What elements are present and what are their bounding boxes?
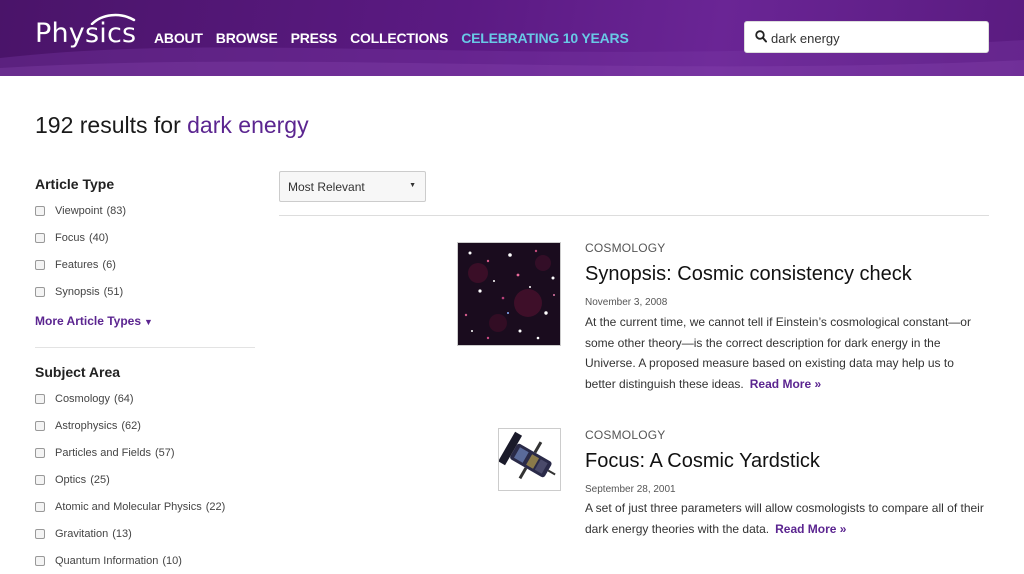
checkbox[interactable] bbox=[35, 502, 45, 512]
facet-item-cosmology[interactable]: Cosmology (64) bbox=[35, 393, 134, 405]
search-input[interactable] bbox=[771, 27, 981, 49]
facet-item-focus[interactable]: Focus (40) bbox=[35, 232, 109, 244]
result-description: At the current time, we cannot tell if E… bbox=[585, 312, 985, 394]
result-date: September 28, 2001 bbox=[585, 484, 676, 495]
caret-down-icon: ▼ bbox=[144, 317, 153, 327]
result-description: A set of just three parameters will allo… bbox=[585, 498, 985, 539]
facet-count: (10) bbox=[162, 555, 182, 567]
facet-title-subject-area: Subject Area bbox=[35, 364, 121, 380]
checkbox[interactable] bbox=[35, 260, 45, 270]
facet-item-synopsis[interactable]: Synopsis (51) bbox=[35, 286, 123, 298]
facet-label: Particles and Fields bbox=[55, 447, 151, 459]
facet-item-astrophysics[interactable]: Astrophysics (62) bbox=[35, 420, 141, 432]
result-category[interactable]: COSMOLOGY bbox=[585, 428, 665, 442]
nav-collections[interactable]: COLLECTIONS bbox=[350, 30, 448, 46]
more-article-types-label: More Article Types bbox=[35, 314, 142, 328]
more-article-types-link[interactable]: More Article Types ▼ bbox=[35, 314, 153, 328]
site-header: Physics ABOUT BROWSE PRESS COLLECTIONS C… bbox=[0, 0, 1024, 76]
facet-count: (83) bbox=[106, 205, 127, 217]
checkbox[interactable] bbox=[35, 556, 45, 566]
nav-browse[interactable]: BROWSE bbox=[216, 30, 278, 46]
facet-title-article-type: Article Type bbox=[35, 176, 115, 192]
nav-press[interactable]: PRESS bbox=[291, 30, 338, 46]
checkbox[interactable] bbox=[35, 206, 45, 216]
facet-label: Gravitation bbox=[55, 528, 109, 540]
facet-item-features[interactable]: Features (6) bbox=[35, 259, 116, 271]
facet-item-optics[interactable]: Optics (25) bbox=[35, 474, 110, 486]
main-nav: ABOUT BROWSE PRESS COLLECTIONS CELEBRATI… bbox=[154, 30, 629, 46]
nav-celebrating-10-years[interactable]: CELEBRATING 10 YEARS bbox=[461, 30, 629, 46]
facet-count: (64) bbox=[114, 393, 134, 405]
read-more-link[interactable]: Read More » bbox=[750, 377, 821, 391]
sort-selected-label: Most Relevant bbox=[288, 180, 365, 194]
facet-count: (40) bbox=[88, 232, 109, 244]
result-thumbnail[interactable] bbox=[498, 428, 561, 491]
checkbox[interactable] bbox=[35, 448, 45, 458]
result-title[interactable]: Synopsis: Cosmic consistency check bbox=[585, 263, 912, 286]
facet-count: (25) bbox=[90, 474, 110, 486]
facet-count: (62) bbox=[121, 420, 141, 432]
results-heading: 192 results for dark energy bbox=[35, 112, 309, 139]
search-box[interactable] bbox=[744, 21, 989, 53]
facet-count: (6) bbox=[102, 259, 116, 271]
facet-count: (22) bbox=[205, 501, 226, 513]
facet-label: Viewpoint bbox=[55, 205, 103, 217]
sort-select[interactable]: Most Relevant ▼ bbox=[279, 171, 426, 202]
galaxy-field-image bbox=[458, 243, 560, 345]
checkbox[interactable] bbox=[35, 529, 45, 539]
satellite-image bbox=[499, 429, 560, 490]
results-count: 192 results for bbox=[35, 112, 188, 138]
site-logo[interactable]: Physics bbox=[35, 18, 136, 49]
result-thumbnail[interactable] bbox=[457, 242, 561, 346]
result-category[interactable]: COSMOLOGY bbox=[585, 241, 665, 255]
checkbox[interactable] bbox=[35, 421, 45, 431]
facet-item-gravitation[interactable]: Gravitation (13) bbox=[35, 528, 132, 540]
nav-about[interactable]: ABOUT bbox=[154, 30, 203, 46]
facet-item-particles-and-fields[interactable]: Particles and Fields (57) bbox=[35, 447, 175, 459]
facet-label: Synopsis bbox=[55, 286, 100, 298]
facet-label: Quantum Information bbox=[55, 555, 159, 567]
results-divider bbox=[279, 215, 989, 216]
result-title[interactable]: Focus: A Cosmic Yardstick bbox=[585, 450, 820, 473]
facet-label: Focus bbox=[55, 232, 85, 244]
checkbox[interactable] bbox=[35, 287, 45, 297]
checkbox[interactable] bbox=[35, 394, 45, 404]
facet-label: Cosmology bbox=[55, 393, 111, 405]
facet-label: Optics bbox=[55, 474, 87, 486]
read-more-link[interactable]: Read More » bbox=[775, 522, 846, 536]
facet-count: (13) bbox=[112, 528, 132, 540]
result-date: November 3, 2008 bbox=[585, 297, 668, 308]
facet-label: Features bbox=[55, 259, 99, 271]
facet-item-viewpoint[interactable]: Viewpoint (83) bbox=[35, 205, 126, 217]
facet-count: (51) bbox=[103, 286, 124, 298]
search-icon bbox=[755, 30, 767, 43]
facet-count: (57) bbox=[155, 447, 175, 459]
facet-item-quantum-information[interactable]: Quantum Information (10) bbox=[35, 555, 182, 567]
caret-down-icon: ▼ bbox=[409, 182, 416, 189]
checkbox[interactable] bbox=[35, 233, 45, 243]
facet-label: Atomic and Molecular Physics bbox=[55, 501, 202, 513]
results-query: dark energy bbox=[187, 112, 309, 138]
facet-item-atomic-and-molecular-physics[interactable]: Atomic and Molecular Physics (22) bbox=[35, 501, 225, 513]
sidebar-divider bbox=[35, 347, 255, 348]
checkbox[interactable] bbox=[35, 475, 45, 485]
facet-label: Astrophysics bbox=[55, 420, 118, 432]
